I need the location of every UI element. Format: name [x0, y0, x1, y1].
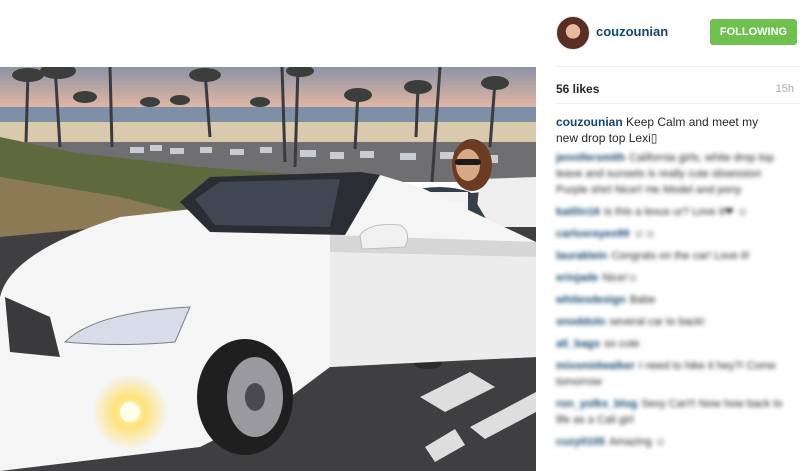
list-item: cuzy0105 Amazing ☺ — [556, 434, 796, 450]
comment-username-link[interactable]: ron_yolks_blog — [556, 398, 637, 410]
comment-username-link[interactable]: cuzy0105 — [556, 436, 605, 448]
following-button[interactable]: FOLLOWING — [710, 19, 797, 45]
list-item: whitesdesign Babe — [556, 292, 796, 308]
comment-username-link[interactable]: ali_bags — [556, 338, 600, 350]
likes-count[interactable]: 56 likes — [556, 82, 599, 96]
avatar[interactable] — [556, 16, 590, 50]
comment-text: so cute — [604, 338, 640, 350]
comment-username-link[interactable]: kaitlin16 — [556, 206, 600, 218]
comment-list: jennifersmith California girls, white dro… — [556, 150, 796, 456]
comment-username-link[interactable]: whitesdesign — [556, 294, 626, 306]
comment-username-link[interactable]: carlosreyes99 — [556, 228, 629, 240]
list-item: ali_bags so cute — [556, 336, 796, 352]
list-item: lauraklein Congrats on the car! Love it! — [556, 248, 796, 264]
comment-text: several car to back! — [609, 316, 705, 328]
comment-text: Nice!☺ — [602, 272, 639, 284]
comment-text: ☺☺ — [633, 228, 656, 240]
list-item: jennifersmith California girls, white dro… — [556, 150, 796, 198]
list-item: kaitlin16 is this a lexus ur? Love it❤ ☺ — [556, 204, 796, 220]
list-item: erinjade Nice!☺ — [556, 270, 796, 286]
post-photo[interactable] — [0, 67, 536, 471]
comment-text: is this a lexus ur? Love it❤ ☺ — [604, 206, 748, 218]
comment-username-link[interactable]: erinjade — [556, 272, 598, 284]
list-item: snoddoln several car to back! — [556, 314, 796, 330]
comment-username-link[interactable]: snoddoln — [556, 316, 606, 328]
comment-username-link[interactable]: missmidwalker — [556, 360, 635, 372]
caption-username-link[interactable]: couzounian — [556, 115, 623, 129]
post-details-panel: couzounian FOLLOWING 56 likes 15h couzou… — [536, 0, 800, 471]
comment-text: Amazing ☺ — [608, 436, 667, 448]
post-time[interactable]: 15h — [776, 83, 794, 95]
likes-divider — [556, 103, 800, 104]
username-link[interactable]: couzounian — [596, 24, 668, 39]
comment-text: Congrats on the car! Love it! — [611, 250, 750, 262]
header-divider — [556, 66, 800, 67]
list-item: ron_yolks_blog Sexy Car!!! Now how back t… — [556, 396, 796, 428]
post-caption: couzounian Keep Calm and meet my new dro… — [556, 114, 776, 146]
post-header: couzounian FOLLOWING — [536, 0, 800, 66]
comment-username-link[interactable]: lauraklein — [556, 250, 607, 262]
list-item: carlosreyes99 ☺☺ — [556, 226, 796, 242]
comment-text: Babe — [629, 294, 656, 306]
comment-username-link[interactable]: jennifersmith — [556, 152, 625, 164]
list-item: missmidwalker I need to hike it hey?! Com… — [556, 358, 796, 390]
photo-illustration — [0, 67, 536, 471]
